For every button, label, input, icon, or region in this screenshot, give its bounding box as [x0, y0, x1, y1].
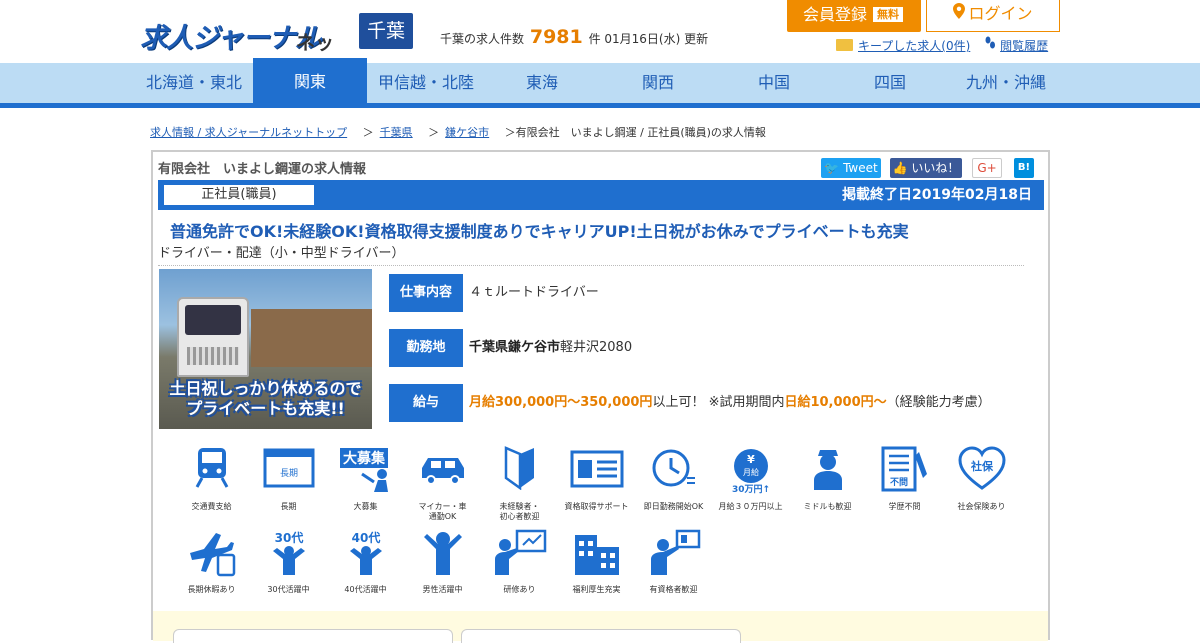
job-category: ドライバー・配達（小・中型ドライバー）	[158, 246, 405, 261]
male-active-icon	[404, 529, 481, 577]
training-icon	[481, 529, 558, 577]
svg-text:月給: 月給	[743, 467, 759, 477]
tweet-button[interactable]: 🐦 Tweet	[821, 158, 881, 178]
nav-item-chugoku[interactable]: 中国	[716, 63, 832, 108]
svg-text:30代: 30代	[274, 530, 303, 545]
work-content-label: 仕事内容	[389, 274, 463, 312]
employment-type-badge: 正社員(職員)	[164, 185, 314, 205]
clock-icon	[635, 446, 712, 490]
hatena-bookmark-button[interactable]: B!	[1014, 158, 1034, 178]
salary-label: 給与	[389, 384, 463, 422]
breadcrumb-current: 有限会社 いまよし鋼運 / 正社員(職員)の求人情報	[515, 126, 766, 139]
svg-text:¥: ¥	[747, 453, 755, 466]
train-icon	[173, 446, 250, 490]
location-value: 千葉県鎌ケ谷市軽井沢2080	[469, 340, 633, 355]
mass-hiring-icon: 大募集	[327, 446, 404, 492]
end-date: 掲載終了日2019年02月18日	[842, 187, 1032, 203]
site-logo[interactable]: 求人ジャーナル ネット	[140, 14, 350, 81]
thumbs-up-icon: 👍	[892, 161, 908, 175]
welfare-building-icon	[558, 529, 635, 577]
middle-age-icon	[789, 446, 866, 492]
detail-tab-1[interactable]	[173, 629, 453, 643]
airplane-icon	[173, 529, 250, 577]
register-button[interactable]: 会員登録 無料	[787, 0, 921, 32]
feature-item: 研修あり	[481, 529, 558, 609]
header-sublinks: キープした求人(0件) 閲覧履歴	[836, 36, 1048, 54]
beginner-mark-icon	[481, 446, 558, 490]
svg-text:長期: 長期	[279, 468, 297, 479]
qualified-icon	[635, 529, 712, 577]
breadcrumb-top[interactable]: 求人情報 / 求人ジャーナルネットトップ	[150, 126, 347, 139]
photo-caption: 土日祝しっかり休めるので プライベートも充実!!	[169, 379, 362, 418]
insurance-heart-icon: 社保	[943, 446, 1020, 492]
salary-value: 月給300,000円～350,000円以上可！ ※試用期間内日給10,000円～…	[469, 395, 991, 410]
feature-item: マイカー・車 通勤OK	[404, 446, 481, 526]
divider	[158, 265, 1024, 266]
feature-item: 福利厚生充実	[558, 529, 635, 609]
thirties-icon: 30代	[250, 529, 327, 577]
feature-item: 長期休暇あり	[173, 529, 250, 609]
feature-item: 大募集 大募集	[327, 446, 404, 526]
feature-item: 交通費支給	[173, 446, 250, 526]
feature-item: 40代 40代活躍中	[327, 529, 404, 609]
svg-text:大募集: 大募集	[343, 450, 386, 467]
job-headline: 普通免許でOK!未経験OK!資格取得支援制度ありでキャリアUP!土日祝がお休みで…	[170, 222, 909, 241]
yen-icon: ¥ 月給 30万円↑	[712, 446, 789, 494]
car-icon	[404, 446, 481, 490]
license-card-icon	[558, 446, 635, 490]
history-link[interactable]: 閲覧履歴	[1000, 39, 1048, 53]
detail-tab-2[interactable]	[461, 629, 741, 643]
nav-item-kanto[interactable]: 関東	[253, 58, 367, 108]
folder-icon	[836, 39, 853, 51]
breadcrumb-kamagaya[interactable]: 鎌ケ谷市	[445, 126, 489, 139]
twitter-icon: 🐦	[824, 161, 840, 175]
job-status-bar: 正社員(職員) 掲載終了日2019年02月18日	[158, 180, 1044, 210]
logo-text: 求人ジャーナル	[140, 23, 322, 54]
svg-text:30万円↑: 30万円↑	[731, 484, 769, 494]
region-nav: 北海道・東北 関東 甲信越・北陸 東海 関西 中国 四国 九州・沖縄	[0, 58, 1200, 108]
like-button[interactable]: 👍 いいね！	[890, 158, 962, 178]
kept-jobs-link[interactable]: キープした求人(0件)	[858, 39, 970, 53]
location-pin-icon	[953, 0, 966, 28]
work-content-value: ４ｔルートドライバー	[469, 285, 599, 300]
location-label: 勤務地	[389, 329, 463, 367]
free-badge: 無料	[873, 7, 904, 22]
svg-text:不問: 不問	[889, 477, 907, 488]
footprint-icon	[984, 36, 996, 54]
feature-item: ¥ 月給 30万円↑ 月給３０万円以上	[712, 446, 789, 526]
feature-item: 資格取得サポート	[558, 446, 635, 526]
feature-item: 30代 30代活躍中	[250, 529, 327, 609]
feature-item: 未経験者・ 初心者歓迎	[481, 446, 558, 526]
feature-item: 即日勤務開始OK	[635, 446, 712, 526]
breadcrumb: 求人情報 / 求人ジャーナルネットトップ ＞千葉県 ＞鎌ケ谷市 ＞有限会社 いま…	[150, 126, 766, 139]
long-term-icon: 長期	[250, 446, 327, 490]
nav-item-koshinetsu-hokuriku[interactable]: 甲信越・北陸	[368, 63, 484, 108]
job-count-number: 7981	[529, 26, 583, 48]
nav-item-hokkaido-tohoku[interactable]: 北海道・東北	[136, 63, 252, 108]
nav-item-tokai[interactable]: 東海	[484, 63, 600, 108]
svg-text:社保: 社保	[970, 459, 994, 473]
forties-icon: 40代	[327, 529, 404, 577]
feature-item: 不問 学歴不問	[866, 446, 943, 526]
no-education-icon: 不問	[866, 446, 943, 492]
login-button[interactable]: ログイン	[926, 0, 1060, 32]
feature-item: 社保 社会保険あり	[943, 446, 1020, 526]
nav-item-kyushu-okinawa[interactable]: 九州・沖縄	[948, 63, 1064, 108]
company-title: 有限会社 いまよし鋼運の求人情報	[158, 162, 367, 177]
job-card: 有限会社 いまよし鋼運の求人情報 🐦 Tweet 👍 いいね！ G+ B! 正社…	[151, 150, 1050, 643]
site-header: 求人ジャーナル ネット 千葉 千葉の求人件数 7981 件 01月16日(水) …	[0, 0, 1200, 81]
nav-item-shikoku[interactable]: 四国	[832, 63, 948, 108]
feature-item: 男性活躍中	[404, 529, 481, 609]
google-plus-button[interactable]: G+	[972, 158, 1002, 178]
feature-item: ミドルも歓迎	[789, 446, 866, 526]
feature-item: 有資格者歓迎	[635, 529, 712, 609]
feature-item: 長期 長期	[250, 446, 327, 526]
svg-text:40代: 40代	[351, 530, 380, 545]
breadcrumb-chiba[interactable]: 千葉県	[380, 126, 413, 139]
prefecture-badge[interactable]: 千葉	[359, 13, 413, 49]
job-count-info: 千葉の求人件数 7981 件 01月16日(水) 更新	[440, 26, 709, 48]
job-photo: 土日祝しっかり休めるので プライベートも充実!!	[159, 269, 372, 429]
nav-item-kansai[interactable]: 関西	[600, 63, 716, 108]
